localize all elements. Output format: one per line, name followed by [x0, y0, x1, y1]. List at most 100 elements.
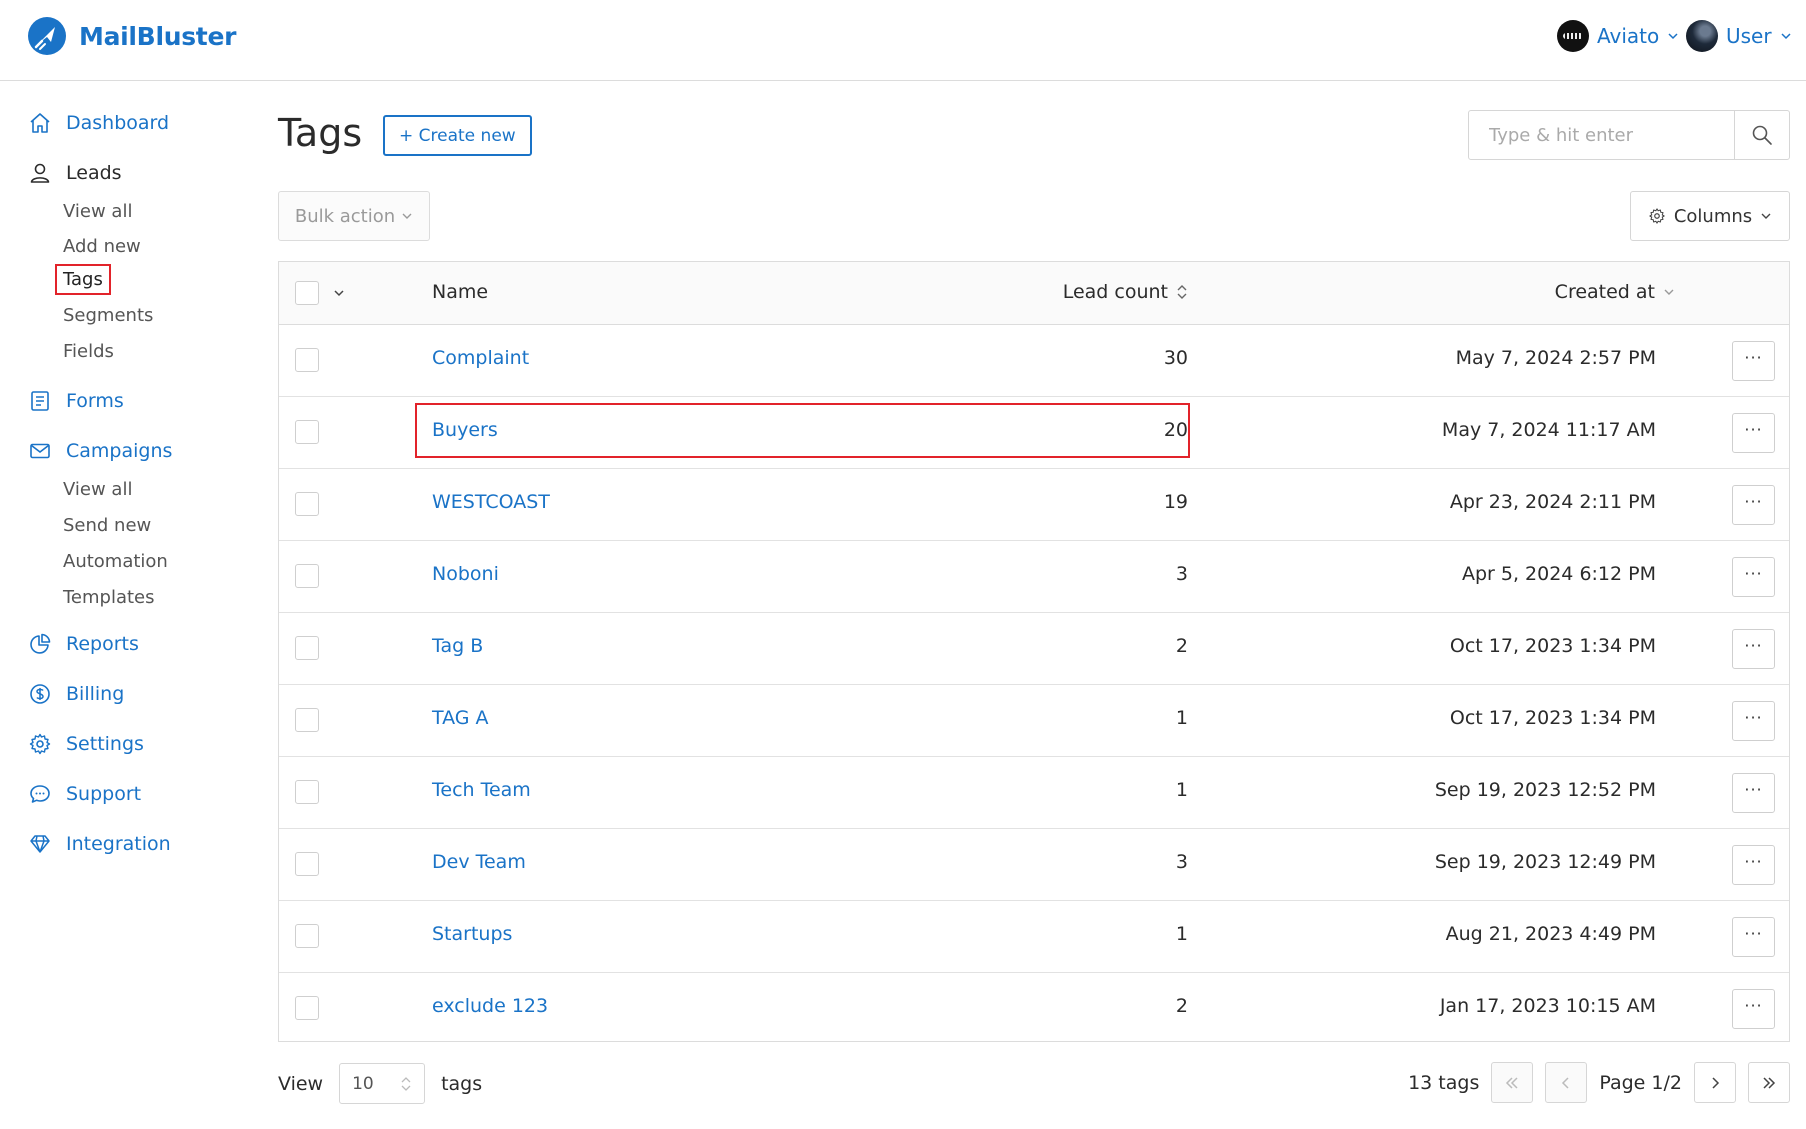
- sort-icon: [1177, 285, 1187, 299]
- row-actions-button[interactable]: ···: [1732, 773, 1775, 813]
- sidebar-subitem-templates[interactable]: Templates: [63, 587, 155, 608]
- row-actions-button[interactable]: ···: [1732, 845, 1775, 885]
- tag-name-link[interactable]: Buyers: [432, 419, 498, 441]
- row-checkbox[interactable]: [295, 564, 319, 588]
- row-actions-button[interactable]: ···: [1732, 917, 1775, 957]
- previous-page-button[interactable]: [1545, 1062, 1588, 1103]
- tag-name-link[interactable]: WESTCOAST: [432, 491, 550, 513]
- row-actions-button[interactable]: ···: [1732, 341, 1775, 381]
- lead-count-cell: 1: [1175, 707, 1188, 729]
- column-header-created-at[interactable]: Created at: [1555, 281, 1675, 303]
- table-row: Tech Team 1 Sep 19, 2023 12:52 PM ···: [279, 757, 1789, 829]
- last-page-button[interactable]: [1748, 1062, 1790, 1103]
- sidebar-item-forms[interactable]: Forms: [28, 389, 124, 413]
- sidebar-item-dashboard[interactable]: Dashboard: [28, 111, 169, 135]
- sidebar-subitem-tags[interactable]: Tags: [55, 264, 111, 295]
- page-title: Tags: [278, 111, 363, 155]
- search-box: [1468, 110, 1790, 160]
- select-all-checkbox[interactable]: [295, 281, 319, 305]
- row-checkbox[interactable]: [295, 996, 319, 1020]
- row-actions-button[interactable]: ···: [1732, 485, 1775, 525]
- sidebar-item-label: Forms: [66, 390, 124, 412]
- user-menu[interactable]: User: [1686, 20, 1792, 52]
- sidebar-item-leads[interactable]: Leads: [28, 161, 122, 185]
- sidebar-item-reports[interactable]: Reports: [28, 632, 139, 656]
- table-row: Tag B 2 Oct 17, 2023 1:34 PM ···: [279, 613, 1789, 685]
- sidebar-item-integration[interactable]: Integration: [28, 832, 171, 856]
- row-checkbox[interactable]: [295, 348, 319, 372]
- chat-bubble-icon: [30, 785, 50, 803]
- organization-label: Aviato: [1597, 24, 1660, 48]
- row-checkbox[interactable]: [295, 492, 319, 516]
- tag-name-link[interactable]: Noboni: [432, 563, 499, 585]
- sidebar-item-campaigns[interactable]: Campaigns: [28, 439, 172, 463]
- sidebar-item-billing[interactable]: Billing: [28, 682, 124, 706]
- more-icon: ···: [1744, 780, 1763, 799]
- column-header-label: Name: [432, 281, 489, 303]
- view-label: View: [278, 1072, 324, 1095]
- brand[interactable]: MailBluster: [27, 16, 236, 56]
- sidebar-subitem-leads-add-new[interactable]: Add new: [63, 236, 141, 257]
- created-at-cell: Sep 19, 2023 12:52 PM: [1434, 779, 1656, 801]
- sidebar-subitem-segments[interactable]: Segments: [63, 305, 153, 326]
- mailbluster-logo-icon: [28, 17, 66, 55]
- more-icon: ···: [1744, 996, 1763, 1015]
- tag-name-link[interactable]: Tag B: [432, 635, 483, 657]
- sidebar-item-support[interactable]: Support: [28, 782, 141, 806]
- search-input[interactable]: [1469, 111, 1734, 159]
- sidebar-subitem-send-new[interactable]: Send new: [63, 515, 151, 536]
- chevron-down-icon: [1761, 213, 1771, 219]
- tag-name-link[interactable]: exclude 123: [432, 995, 548, 1017]
- row-checkbox[interactable]: [295, 924, 319, 948]
- create-new-button[interactable]: + Create new: [383, 115, 532, 156]
- row-actions-button[interactable]: ···: [1732, 557, 1775, 597]
- lead-count-cell: 30: [1163, 347, 1188, 369]
- sidebar-subitem-automation[interactable]: Automation: [63, 551, 168, 572]
- created-at-cell: Aug 21, 2023 4:49 PM: [1445, 923, 1656, 945]
- more-icon: ···: [1744, 492, 1763, 511]
- tag-name-link[interactable]: Startups: [432, 923, 512, 945]
- sidebar-item-settings[interactable]: Settings: [28, 732, 144, 756]
- row-checkbox[interactable]: [295, 420, 319, 444]
- row-actions-button[interactable]: ···: [1732, 629, 1775, 669]
- tag-name-link[interactable]: Tech Team: [432, 779, 531, 801]
- unit-label: tags: [441, 1072, 483, 1095]
- tag-name-link[interactable]: Complaint: [432, 347, 529, 369]
- tags-table: Name Lead count Created at Complaint 30 Ma…: [278, 261, 1790, 1042]
- first-page-button[interactable]: [1491, 1062, 1534, 1103]
- column-header-lead-count[interactable]: Lead count: [1063, 281, 1188, 303]
- columns-button[interactable]: Columns: [1630, 191, 1790, 241]
- page-size-control: View 10 tags: [278, 1063, 482, 1104]
- gear-icon: [1649, 208, 1665, 224]
- row-actions-button[interactable]: ···: [1732, 413, 1775, 453]
- bulk-action-button[interactable]: Bulk action: [278, 191, 430, 241]
- double-chevron-right-icon: [1763, 1076, 1776, 1089]
- row-actions-button[interactable]: ···: [1732, 989, 1775, 1029]
- row-checkbox[interactable]: [295, 780, 319, 804]
- tag-name-link[interactable]: Dev Team: [432, 851, 526, 873]
- search-button[interactable]: [1734, 111, 1789, 159]
- diamond-icon: [30, 835, 50, 853]
- gear-icon: [29, 733, 51, 755]
- row-actions-button[interactable]: ···: [1732, 701, 1775, 741]
- dollar-circle-icon: [30, 684, 50, 704]
- tag-name-link[interactable]: TAG A: [432, 707, 489, 729]
- sidebar-subitem-fields[interactable]: Fields: [63, 341, 114, 362]
- next-page-button[interactable]: [1694, 1062, 1736, 1103]
- search-icon: [1752, 125, 1772, 145]
- row-checkbox[interactable]: [295, 636, 319, 660]
- chevron-down-icon: [1781, 33, 1791, 40]
- organization-menu[interactable]: Aviato: [1557, 20, 1679, 52]
- sidebar-subitem-leads-view-all[interactable]: View all: [63, 201, 132, 222]
- created-at-cell: Jan 17, 2023 10:15 AM: [1439, 995, 1656, 1017]
- page-size-stepper[interactable]: 10: [339, 1063, 426, 1104]
- organization-avatar: [1557, 20, 1589, 52]
- row-checkbox[interactable]: [295, 708, 319, 732]
- total-count: 13 tags: [1408, 1071, 1480, 1094]
- column-header-name[interactable]: Name: [432, 281, 488, 303]
- row-checkbox[interactable]: [295, 852, 319, 876]
- chevron-down-icon[interactable]: [333, 287, 345, 299]
- lead-count-cell: 3: [1175, 563, 1188, 585]
- sidebar-subitem-campaigns-view-all[interactable]: View all: [63, 479, 132, 500]
- sidebar-item-label: Dashboard: [66, 112, 170, 134]
